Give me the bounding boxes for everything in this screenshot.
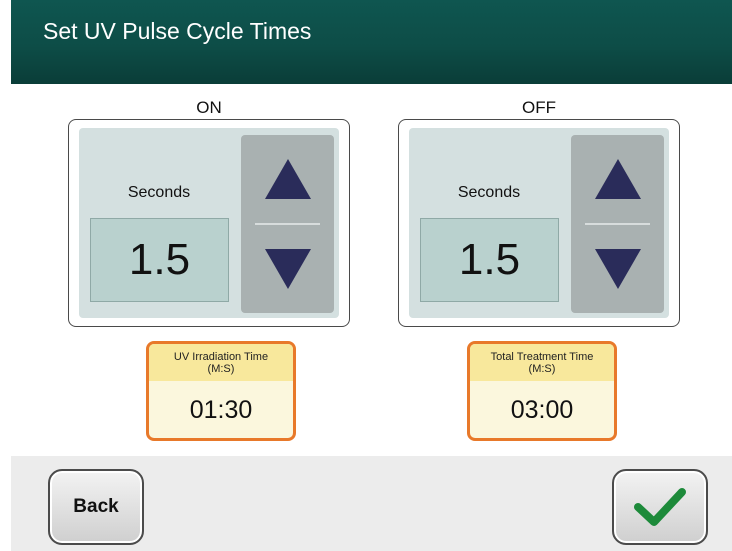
off-panel-inner: Seconds 1.5 xyxy=(409,128,669,318)
triangle-up-icon xyxy=(594,159,641,199)
uv-irradiation-time-value: 01:30 xyxy=(189,396,253,424)
page-title: Set UV Pulse Cycle Times xyxy=(43,18,312,44)
back-button[interactable]: Back xyxy=(48,469,144,545)
triangle-down-icon xyxy=(594,249,641,289)
on-panel: Seconds 1.5 xyxy=(68,119,350,327)
on-decrement-button[interactable] xyxy=(241,225,334,313)
footer-bar: Back xyxy=(11,456,732,551)
uv-irradiation-time-box: UV Irradiation Time (M:S) 01:30 xyxy=(146,341,296,441)
triangle-up-icon xyxy=(264,159,311,199)
on-unit-label: Seconds xyxy=(127,184,191,201)
total-treatment-time-value: 03:00 xyxy=(510,396,574,424)
back-button-label: Back xyxy=(73,496,119,517)
off-increment-button[interactable] xyxy=(571,135,664,223)
on-value-display: 1.5 xyxy=(90,218,229,302)
confirm-button[interactable] xyxy=(612,469,708,545)
off-value-display: 1.5 xyxy=(420,218,559,302)
off-unit-label: Seconds xyxy=(457,184,521,201)
total-treatment-time-header: Total Treatment Time (M:S) xyxy=(470,344,614,381)
on-stepper xyxy=(241,135,334,313)
off-label: OFF xyxy=(522,98,556,117)
uv-irradiation-time-title: UV Irradiation Time xyxy=(173,350,269,363)
header-bar: Set UV Pulse Cycle Times xyxy=(11,0,732,84)
off-panel: Seconds 1.5 xyxy=(398,119,680,327)
uv-irradiation-time-unit: (M:S) xyxy=(207,362,235,375)
on-panel-inner: Seconds 1.5 xyxy=(79,128,339,318)
off-decrement-button[interactable] xyxy=(571,225,664,313)
off-stepper xyxy=(571,135,664,313)
total-treatment-time-box: Total Treatment Time (M:S) 03:00 xyxy=(467,341,617,441)
total-treatment-time-unit: (M:S) xyxy=(528,362,556,375)
uv-irradiation-time-header: UV Irradiation Time (M:S) xyxy=(149,344,293,381)
triangle-down-icon xyxy=(264,249,311,289)
on-label: ON xyxy=(196,98,222,117)
on-increment-button[interactable] xyxy=(241,135,334,223)
checkmark-icon xyxy=(634,488,686,526)
total-treatment-time-title: Total Treatment Time xyxy=(490,350,594,363)
